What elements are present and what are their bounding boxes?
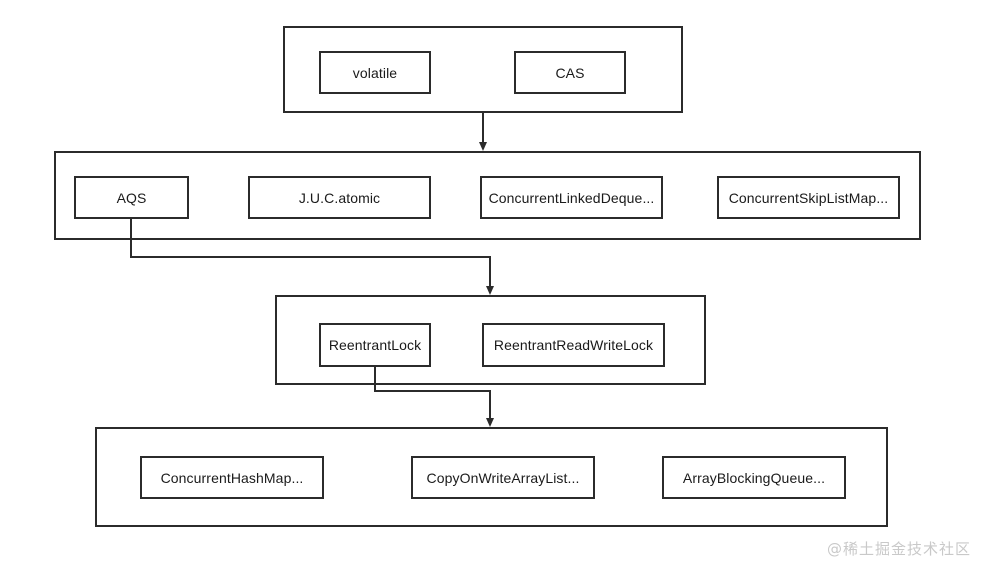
node-copy-on-write-array-list[interactable]: CopyOnWriteArrayList... (411, 456, 595, 499)
node-aqs[interactable]: AQS (74, 176, 189, 219)
node-concurrent-skip-list-map[interactable]: ConcurrentSkipListMap... (717, 176, 900, 219)
node-concurrent-hash-map[interactable]: ConcurrentHashMap... (140, 456, 324, 499)
node-cas[interactable]: CAS (514, 51, 626, 94)
node-volatile[interactable]: volatile (319, 51, 431, 94)
watermark: @稀土掘金技术社区 (826, 540, 971, 558)
node-reentrant-lock[interactable]: ReentrantLock (319, 323, 431, 367)
node-reentrant-read-write-lock[interactable]: ReentrantReadWriteLock (482, 323, 665, 367)
node-concurrent-linked-deque[interactable]: ConcurrentLinkedDeque... (480, 176, 663, 219)
node-juc-atomic[interactable]: J.U.C.atomic (248, 176, 431, 219)
node-array-blocking-queue[interactable]: ArrayBlockingQueue... (662, 456, 846, 499)
diagram-canvas: volatile CAS AQS J.U.C.atomic Concurrent… (0, 0, 985, 569)
